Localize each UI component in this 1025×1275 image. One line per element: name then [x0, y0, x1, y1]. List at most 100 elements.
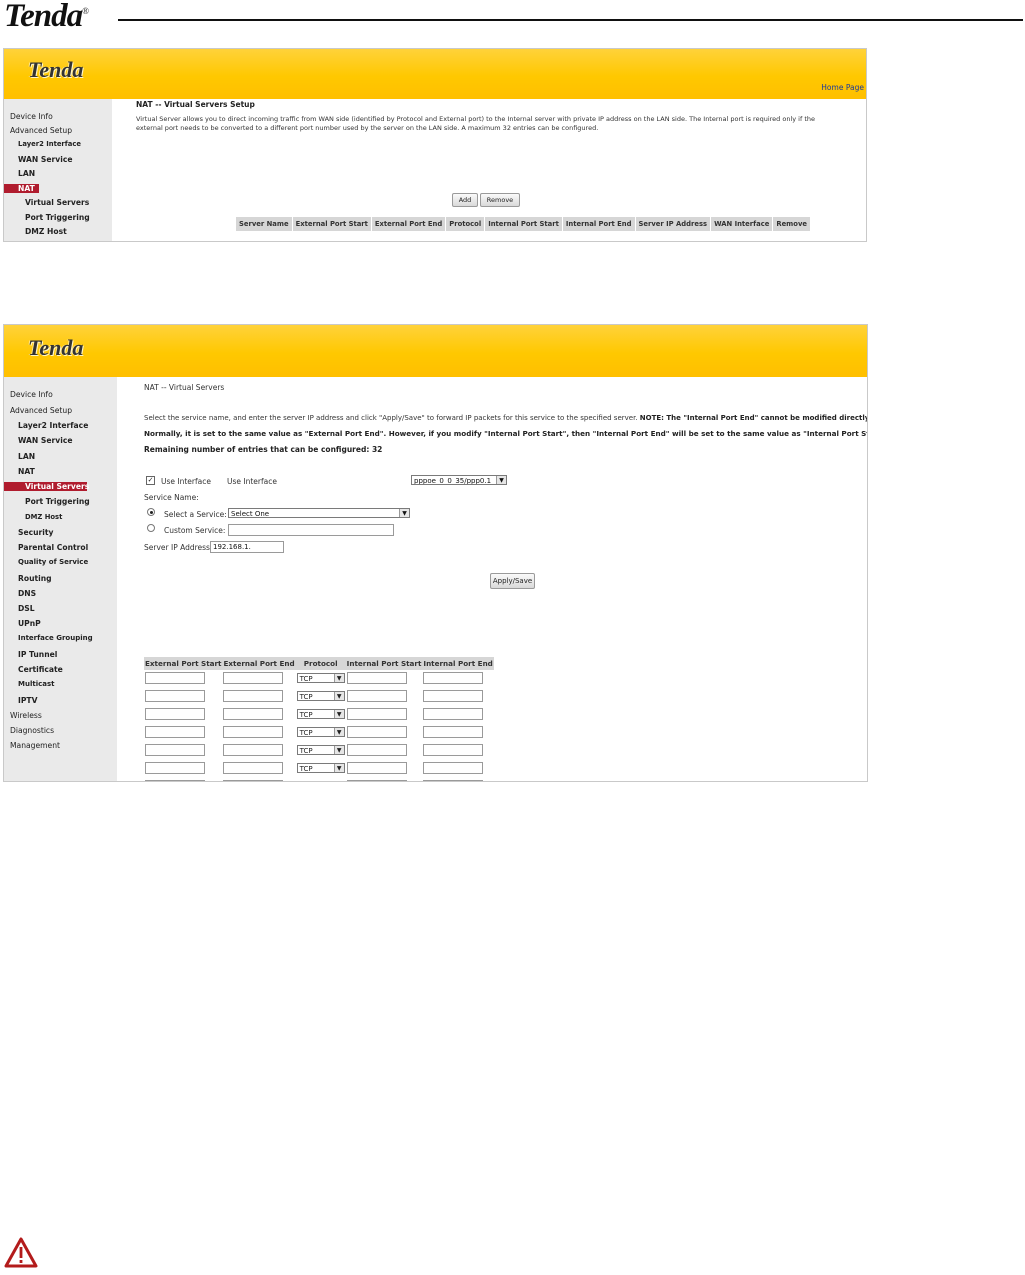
- select-service-label: Select a Service:: [164, 510, 227, 519]
- external-port-start-input[interactable]: [145, 690, 205, 702]
- protocol-select[interactable]: TCP▼: [296, 727, 345, 737]
- header-rule: [118, 19, 1023, 21]
- remove-button[interactable]: Remove: [480, 193, 520, 207]
- service-name-label: Service Name:: [144, 493, 199, 502]
- nav-parental-control[interactable]: Parental Control: [18, 543, 88, 552]
- external-port-start-input[interactable]: [145, 672, 205, 684]
- main-content: NAT -- Virtual Servers Setup Virtual Ser…: [136, 99, 862, 241]
- external-port-start-input[interactable]: [145, 726, 205, 738]
- external-port-end-input[interactable]: [223, 690, 284, 702]
- internal-port-start-input[interactable]: [346, 690, 407, 702]
- chevron-down-icon: ▼: [333, 710, 344, 718]
- protocol-select[interactable]: TCP▼: [296, 745, 345, 755]
- nav-interface-grouping[interactable]: Interface Grouping: [18, 634, 93, 642]
- nav-iptv[interactable]: IPTV: [18, 696, 37, 705]
- nav-dns[interactable]: DNS: [18, 589, 36, 598]
- interface-select[interactable]: pppoe_0_0_35/ppp0.1 ▼: [411, 475, 507, 485]
- nav-management[interactable]: Management: [10, 741, 60, 750]
- external-port-end-input[interactable]: [223, 672, 284, 684]
- page-title: NAT -- Virtual Servers: [144, 383, 225, 392]
- internal-port-end-input[interactable]: [423, 762, 484, 774]
- nav-security[interactable]: Security: [18, 528, 53, 537]
- internal-port-start-input[interactable]: [346, 708, 407, 720]
- nav-nat[interactable]: NAT: [4, 184, 39, 193]
- nav-ip-tunnel[interactable]: IP Tunnel: [18, 650, 57, 659]
- use-interface-checkbox[interactable]: ✓: [146, 476, 155, 485]
- nav-virtual-servers[interactable]: Virtual Servers: [25, 198, 89, 207]
- internal-port-start-input[interactable]: [346, 744, 407, 756]
- note-text: Normally, it is set to the same value as…: [144, 429, 868, 438]
- chevron-down-icon: ▼: [496, 476, 506, 484]
- nav-lan[interactable]: LAN: [18, 452, 35, 461]
- protocol-select[interactable]: TCP▼: [296, 691, 345, 701]
- custom-service-radio[interactable]: [147, 524, 155, 532]
- protocol-select[interactable]: TCP▼: [296, 673, 345, 683]
- nav-advanced-setup[interactable]: Advanced Setup: [10, 126, 72, 135]
- table-row: TCP▼: [144, 760, 494, 778]
- nav-layer2-interface[interactable]: Layer2 Interface: [18, 421, 88, 430]
- external-port-start-input[interactable]: [145, 762, 205, 774]
- internal-port-end-input[interactable]: [423, 780, 484, 781]
- nav-wan-service[interactable]: WAN Service: [18, 436, 72, 445]
- internal-port-end-input[interactable]: [423, 726, 484, 738]
- external-port-start-input[interactable]: [145, 708, 205, 720]
- internal-port-end-input[interactable]: [423, 744, 484, 756]
- internal-port-start-input[interactable]: [346, 672, 407, 684]
- banner: Tenda: [4, 325, 867, 377]
- nav-upnp[interactable]: UPnP: [18, 619, 41, 628]
- select-service-radio[interactable]: [147, 508, 155, 516]
- nav-multicast[interactable]: Multicast: [18, 680, 54, 688]
- nav-routing[interactable]: Routing: [18, 574, 52, 583]
- server-ip-input[interactable]: 192.168.1.: [210, 541, 284, 553]
- protocol-select[interactable]: TCP▼: [296, 709, 345, 719]
- external-port-end-input[interactable]: [223, 708, 284, 720]
- table-row: TCP▼: [144, 778, 494, 782]
- external-port-end-input[interactable]: [223, 762, 284, 774]
- protocol-select[interactable]: TCP▼: [296, 763, 345, 773]
- external-port-end-input[interactable]: [223, 780, 284, 781]
- col-external-port-end: External Port End: [370, 216, 447, 232]
- chevron-down-icon: ▼: [333, 746, 344, 754]
- custom-service-input[interactable]: [228, 524, 394, 536]
- col-server-ip-address: Server IP Address: [634, 216, 712, 232]
- nav-nat[interactable]: NAT: [18, 467, 35, 476]
- nav-wireless[interactable]: Wireless: [10, 711, 42, 720]
- internal-port-end-input[interactable]: [423, 672, 484, 684]
- external-port-start-input[interactable]: [145, 780, 205, 781]
- virtual-servers-table: Server Name External Port Start External…: [235, 216, 811, 232]
- nav-dmz-host[interactable]: DMZ Host: [25, 227, 67, 236]
- internal-port-start-input[interactable]: [346, 726, 407, 738]
- nav-wan-service[interactable]: WAN Service: [18, 155, 72, 164]
- nav-virtual-servers[interactable]: Virtual Servers: [4, 482, 89, 491]
- nav-device-info[interactable]: Device Info: [10, 390, 53, 399]
- nav-dsl[interactable]: DSL: [18, 604, 35, 613]
- external-port-start-input[interactable]: [145, 744, 205, 756]
- page-title: NAT -- Virtual Servers Setup: [136, 100, 255, 109]
- nav-diagnostics[interactable]: Diagnostics: [10, 726, 54, 735]
- protocol-select[interactable]: TCP▼: [297, 781, 345, 782]
- internal-port-start-input[interactable]: [346, 762, 407, 774]
- nav-certificate[interactable]: Certificate: [18, 665, 63, 674]
- add-button[interactable]: Add: [452, 193, 478, 207]
- nav-port-triggering[interactable]: Port Triggering: [25, 497, 90, 506]
- nav-advanced-setup[interactable]: Advanced Setup: [10, 406, 72, 415]
- internal-port-start-input[interactable]: [346, 780, 407, 781]
- service-select[interactable]: Select One ▼: [228, 508, 410, 518]
- nav-port-triggering[interactable]: Port Triggering: [25, 213, 90, 222]
- nav-dmz-host[interactable]: DMZ Host: [25, 513, 62, 521]
- nav-quality-of-service[interactable]: Quality of Service: [18, 558, 88, 566]
- nav-lan[interactable]: LAN: [18, 169, 35, 178]
- external-port-end-input[interactable]: [223, 744, 284, 756]
- external-port-end-input[interactable]: [223, 726, 284, 738]
- nav-device-info[interactable]: Device Info: [10, 112, 53, 121]
- internal-port-end-input[interactable]: [423, 690, 484, 702]
- remaining-entries: Remaining number of entries that can be …: [144, 445, 383, 454]
- col-internal-port-end: Internal Port End: [561, 216, 636, 232]
- col-external-port-end: External Port End: [222, 657, 296, 670]
- col-protocol: Protocol: [295, 657, 346, 670]
- col-protocol: Protocol: [445, 216, 486, 232]
- home-page-link[interactable]: Home Page: [821, 83, 864, 92]
- nav-layer2-interface[interactable]: Layer2 Interface: [18, 140, 81, 148]
- internal-port-end-input[interactable]: [423, 708, 484, 720]
- apply-save-button[interactable]: Apply/Save: [490, 573, 535, 589]
